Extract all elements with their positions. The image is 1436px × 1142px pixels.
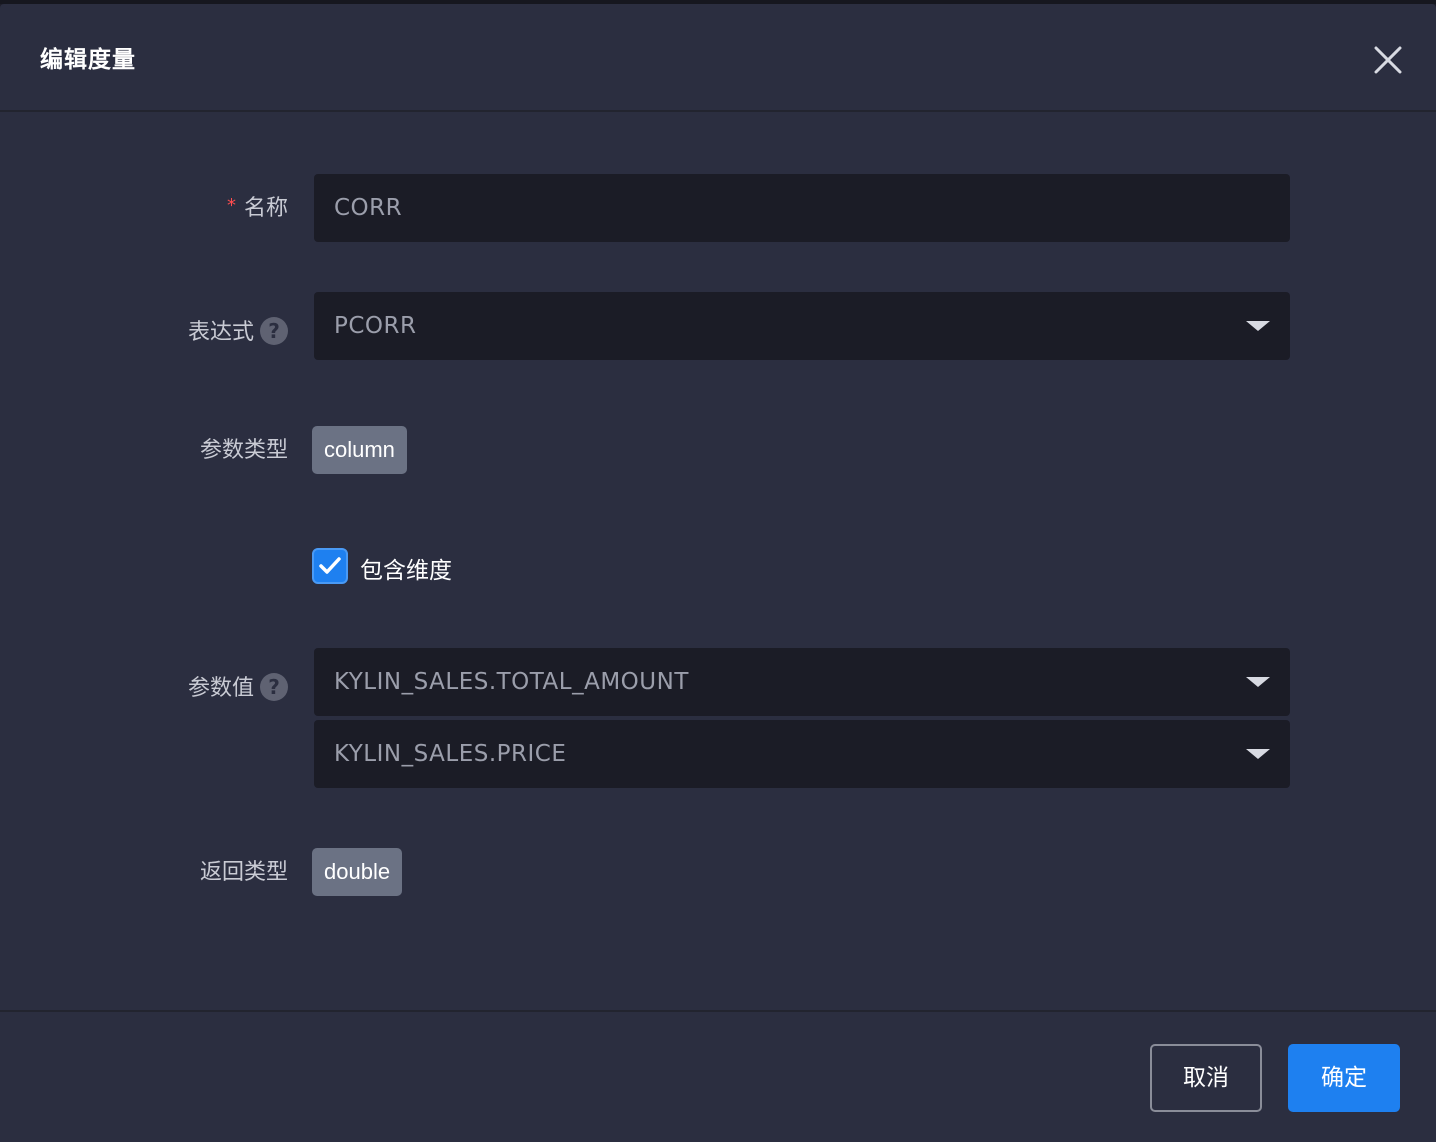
footer-divider [0,1010,1436,1012]
param-type-label: 参数类型 [199,438,288,463]
return-type-tag: double [312,848,403,896]
dialog-title: 编辑度量 [40,47,136,73]
name-input[interactable]: CORR [314,174,1290,242]
param-value-select-2-value: KYLIN_SALES.PRICE [334,741,567,767]
expression-label: 表达式 [187,320,254,345]
close-icon [1374,46,1402,74]
caret-down-icon [1246,321,1270,331]
required-mark: * [226,195,236,216]
include-dimension-checkbox[interactable] [312,548,348,584]
param-type-tag: column [312,426,407,474]
question-circle-icon[interactable]: ? [260,317,288,345]
caret-down-icon [1246,749,1270,759]
name-label-row: * 名称 [227,190,288,222]
edit-measure-dialog: 编辑度量 * 名称 CORR 表达式? PCORR 参数类型 column 包含维… [0,4,1436,1142]
check-icon [319,557,341,574]
confirm-button[interactable]: 确定 [1288,1044,1400,1112]
expression-select-value: PCORR [334,313,417,339]
param-value-label-row: 参数值? [188,670,288,703]
expression-select[interactable]: PCORR [314,292,1290,360]
return-type-label: 返回类型 [199,860,288,885]
name-input-value: CORR [334,195,403,221]
param-value-select-1-value: KYLIN_SALES.TOTAL_AMOUNT [334,669,689,695]
param-value-label: 参数值 [187,676,254,701]
param-value-select-1[interactable]: KYLIN_SALES.TOTAL_AMOUNT [314,648,1290,716]
close-button[interactable] [1370,42,1406,78]
cancel-button[interactable]: 取消 [1150,1044,1262,1112]
expression-label-row: 表达式? [188,314,288,347]
param-value-select-2[interactable]: KYLIN_SALES.PRICE [314,720,1290,788]
caret-down-icon [1246,677,1270,687]
dialog-header: 编辑度量 [0,4,1436,112]
include-dimension-label: 包含维度 [360,558,452,584]
name-label: 名称 [243,196,288,221]
question-circle-icon[interactable]: ? [260,673,288,701]
